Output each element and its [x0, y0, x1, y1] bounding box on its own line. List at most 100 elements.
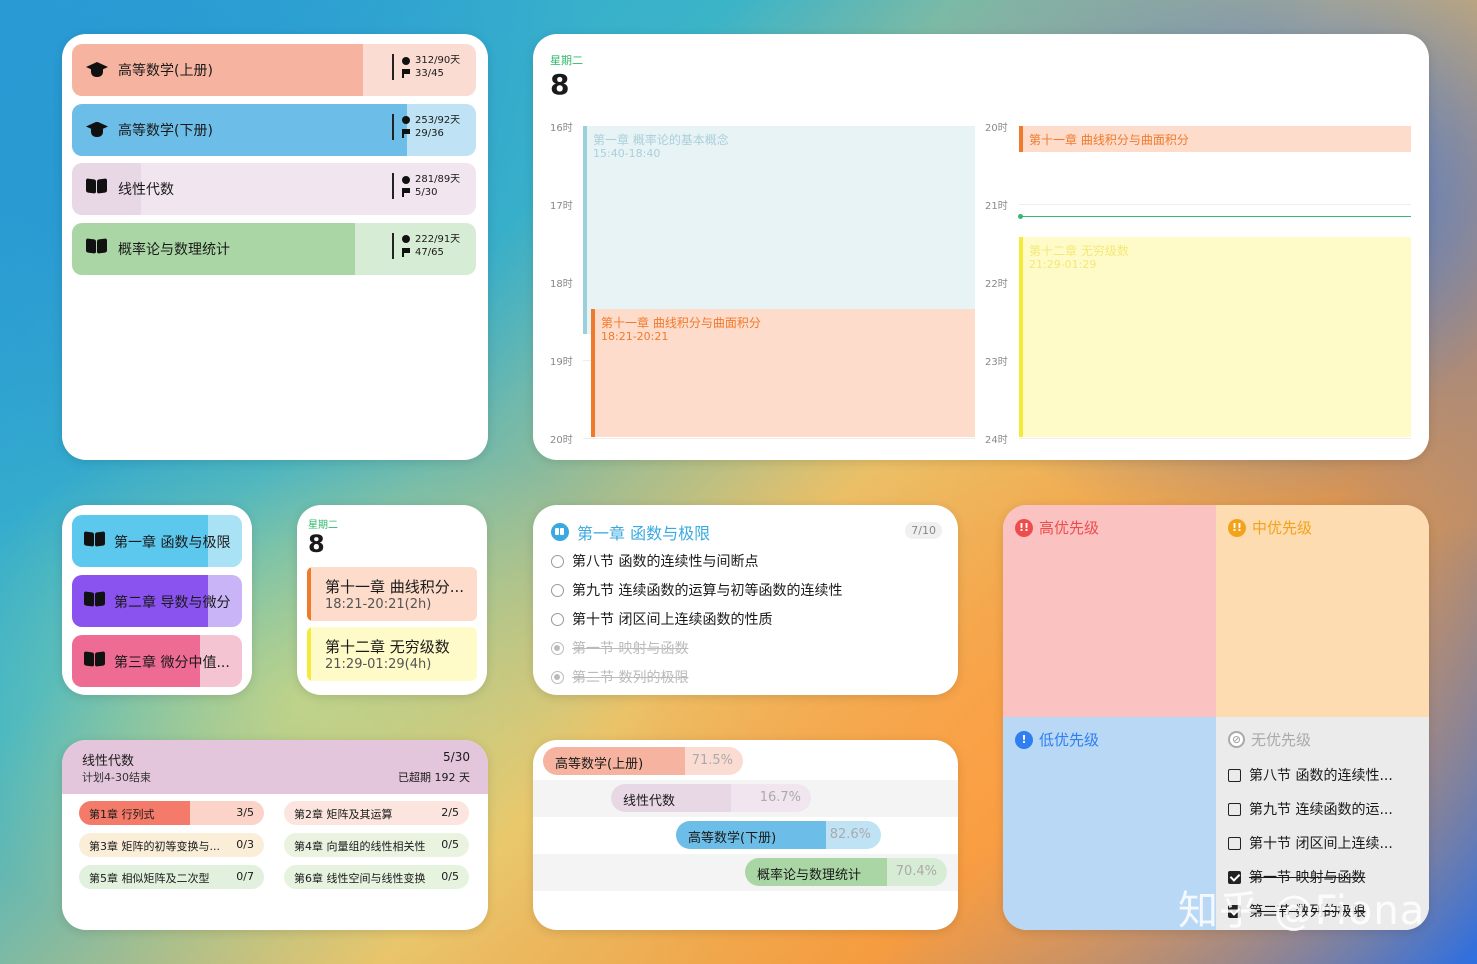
course-stats: 222/91天 47/65: [392, 232, 460, 259]
calendar-weekday: 星期二: [550, 54, 583, 67]
course-name: 线性代数: [118, 182, 174, 198]
hour-label: 22时: [985, 279, 1008, 290]
radio-icon[interactable]: [551, 612, 564, 626]
plan-chapter[interactable]: 第3章 矩阵的初等变换与... 0/3: [79, 833, 264, 857]
plan-chapter[interactable]: 第6章 线性空间与线性变换 0/5: [284, 865, 469, 889]
flag-icon: [402, 247, 410, 257]
checkbox-icon[interactable]: [1228, 836, 1241, 850]
chapter-row[interactable]: 第三章 微分中值...: [72, 635, 242, 687]
medium-priority-icon: !!: [1228, 518, 1246, 537]
hour-label: 20时: [985, 123, 1008, 134]
chapter-row[interactable]: 第二章 导数与微分: [72, 575, 242, 627]
progress-widget: 高等数学(上册) 71.5% 线性代数 16.7% 高等数学(下册) 82.6%…: [533, 740, 958, 930]
graduation-cap-icon: [86, 60, 108, 78]
book-icon: [86, 237, 108, 255]
hour-label: 18时: [550, 279, 573, 290]
clock-icon: [402, 175, 410, 184]
section-item[interactable]: 第九节 连续函数的运算与初等函数的连续性: [551, 580, 842, 600]
sections-widget: 第一章 函数与极限 7/10 第八节 函数的连续性与间断点 第九节 连续函数的运…: [533, 505, 958, 695]
hour-label: 21时: [985, 201, 1008, 212]
chapters-widget: 第一章 函数与极限 第二章 导数与微分 第三章 微分中值...: [62, 505, 252, 695]
flag-icon: [402, 128, 410, 138]
sections-title: 第一章 函数与极限: [577, 524, 711, 543]
clock-icon: [402, 116, 410, 124]
calendar-event[interactable]: 第十一章 曲线积分与曲面积分: [1019, 126, 1411, 152]
watermark: 知乎 @Fiona: [1178, 888, 1426, 934]
todo-item[interactable]: 第八节 函数的连续性...: [1228, 765, 1393, 785]
course-stats: 312/90天 33/45: [392, 54, 460, 80]
checkbox-icon[interactable]: [1228, 768, 1241, 782]
todo-item[interactable]: 第九节 连续函数的运...: [1228, 799, 1393, 819]
plan-subtitle: 计划4-30结束: [82, 771, 151, 784]
radio-icon[interactable]: [551, 641, 564, 655]
courses-widget: 高等数学(上册) 312/90天 33/45 高等数学(下册) 253/92天 …: [62, 34, 488, 460]
radio-icon[interactable]: [551, 554, 564, 568]
section-item[interactable]: 第十节 闭区间上连续函数的性质: [551, 609, 772, 629]
section-item[interactable]: 第八节 函数的连续性与间断点: [551, 551, 758, 571]
plan-chapter[interactable]: 第2章 矩阵及其运算 2/5: [284, 801, 469, 825]
book-icon: [84, 591, 106, 608]
book-circle-icon: [551, 523, 569, 541]
hour-label: 17时: [550, 201, 573, 212]
hour-label: 20时: [550, 435, 573, 446]
todo-item[interactable]: 第十节 闭区间上连续...: [1228, 833, 1393, 853]
calendar-event[interactable]: 第十二章 无穷级数 21:29-01:29: [1019, 237, 1411, 437]
plan-overdue: 已超期 192 天: [398, 771, 470, 784]
current-time-line: [1019, 216, 1411, 217]
small-calendar-event[interactable]: 第十一章 曲线积分... 18:21-20:21(2h): [307, 567, 477, 621]
high-priority-quadrant[interactable]: !! 高优先级: [1003, 505, 1216, 717]
checkbox-icon[interactable]: [1228, 802, 1241, 816]
plan-count: 5/30: [443, 750, 470, 764]
radio-icon[interactable]: [551, 670, 564, 684]
hour-label: 23时: [985, 357, 1008, 368]
book-icon: [86, 178, 108, 195]
clock-icon: [402, 235, 410, 243]
small-calendar-day: 8: [308, 530, 325, 558]
radio-icon[interactable]: [551, 583, 564, 597]
progress-bar[interactable]: 高等数学(上册) 71.5%: [543, 747, 743, 775]
plan-chapter[interactable]: 第1章 行列式 3/5: [79, 801, 264, 825]
hour-label: 24时: [985, 435, 1008, 446]
plan-chapter[interactable]: 第5章 相似矩阵及二次型 0/7: [79, 865, 264, 889]
current-time-dot: [1018, 214, 1023, 219]
course-row[interactable]: 高等数学(下册) 253/92天 29/36: [72, 103, 476, 156]
course-stats: 281/89天 5/30: [392, 173, 460, 199]
course-row[interactable]: 高等数学(上册) 312/90天 33/45: [72, 44, 476, 96]
calendar-event[interactable]: 第一章 概率论的基本概念 15:40-18:40: [583, 126, 975, 334]
section-item[interactable]: 第一节 映射与函数: [551, 638, 688, 658]
course-row[interactable]: 线性代数 281/89天 5/30: [72, 163, 476, 215]
progress-bar[interactable]: 概率论与数理统计 70.4%: [745, 858, 947, 886]
course-stats: 253/92天 29/36: [392, 113, 460, 140]
chapter-name: 第一章 函数与极限: [114, 535, 231, 551]
medium-priority-quadrant[interactable]: !! 中优先级: [1216, 505, 1429, 717]
priority-widget: !! 高优先级 !! 中优先级 ! 低优先级 ⊘ 无优先级 第八节 函数的连续性... …: [1003, 505, 1429, 930]
course-name: 高等数学(下册): [118, 122, 213, 139]
high-priority-icon: !!: [1015, 518, 1033, 537]
progress-bar[interactable]: 高等数学(下册) 82.6%: [676, 821, 881, 849]
hour-label: 16时: [550, 123, 573, 134]
small-calendar-widget: 星期二 8 第十一章 曲线积分... 18:21-20:21(2h) 第十二章 …: [297, 505, 487, 695]
course-name: 高等数学(上册): [118, 63, 213, 79]
small-calendar-weekday: 星期二: [308, 520, 338, 531]
book-icon: [84, 531, 106, 548]
plan-chapter[interactable]: 第4章 向量组的线性相关性 0/5: [284, 833, 469, 857]
chapter-row[interactable]: 第一章 函数与极限: [72, 515, 242, 567]
plan-title: 线性代数: [82, 754, 135, 769]
sections-count: 7/10: [905, 522, 942, 539]
plan-widget: 线性代数 计划4-30结束 5/30 已超期 192 天 第1章 行列式 3/5…: [62, 740, 488, 930]
low-priority-icon: !: [1015, 730, 1033, 749]
small-calendar-event[interactable]: 第十二章 无穷级数 21:29-01:29(4h): [307, 627, 477, 681]
course-row[interactable]: 概率论与数理统计 222/91天 47/65: [72, 222, 476, 275]
section-item[interactable]: 第二节 数列的极限: [551, 667, 688, 687]
sections-header: 第一章 函数与极限: [551, 520, 710, 544]
chapter-name: 第三章 微分中值...: [114, 655, 230, 671]
clock-icon: [402, 56, 410, 65]
no-priority-icon: ⊘: [1228, 731, 1245, 748]
calendar-widget: 星期二 8 16时 17时 18时 19时 20时 20时 21时 22时 23时 24时 第一…: [533, 34, 1429, 460]
calendar-event[interactable]: 第十一章 曲线积分与曲面积分 18:21-20:21: [591, 309, 975, 437]
chapter-name: 第二章 导数与微分: [114, 595, 231, 611]
book-icon: [84, 651, 106, 668]
calendar-day: 8: [550, 68, 570, 101]
flag-icon: [402, 69, 410, 78]
progress-bar[interactable]: 线性代数 16.7%: [611, 784, 811, 812]
